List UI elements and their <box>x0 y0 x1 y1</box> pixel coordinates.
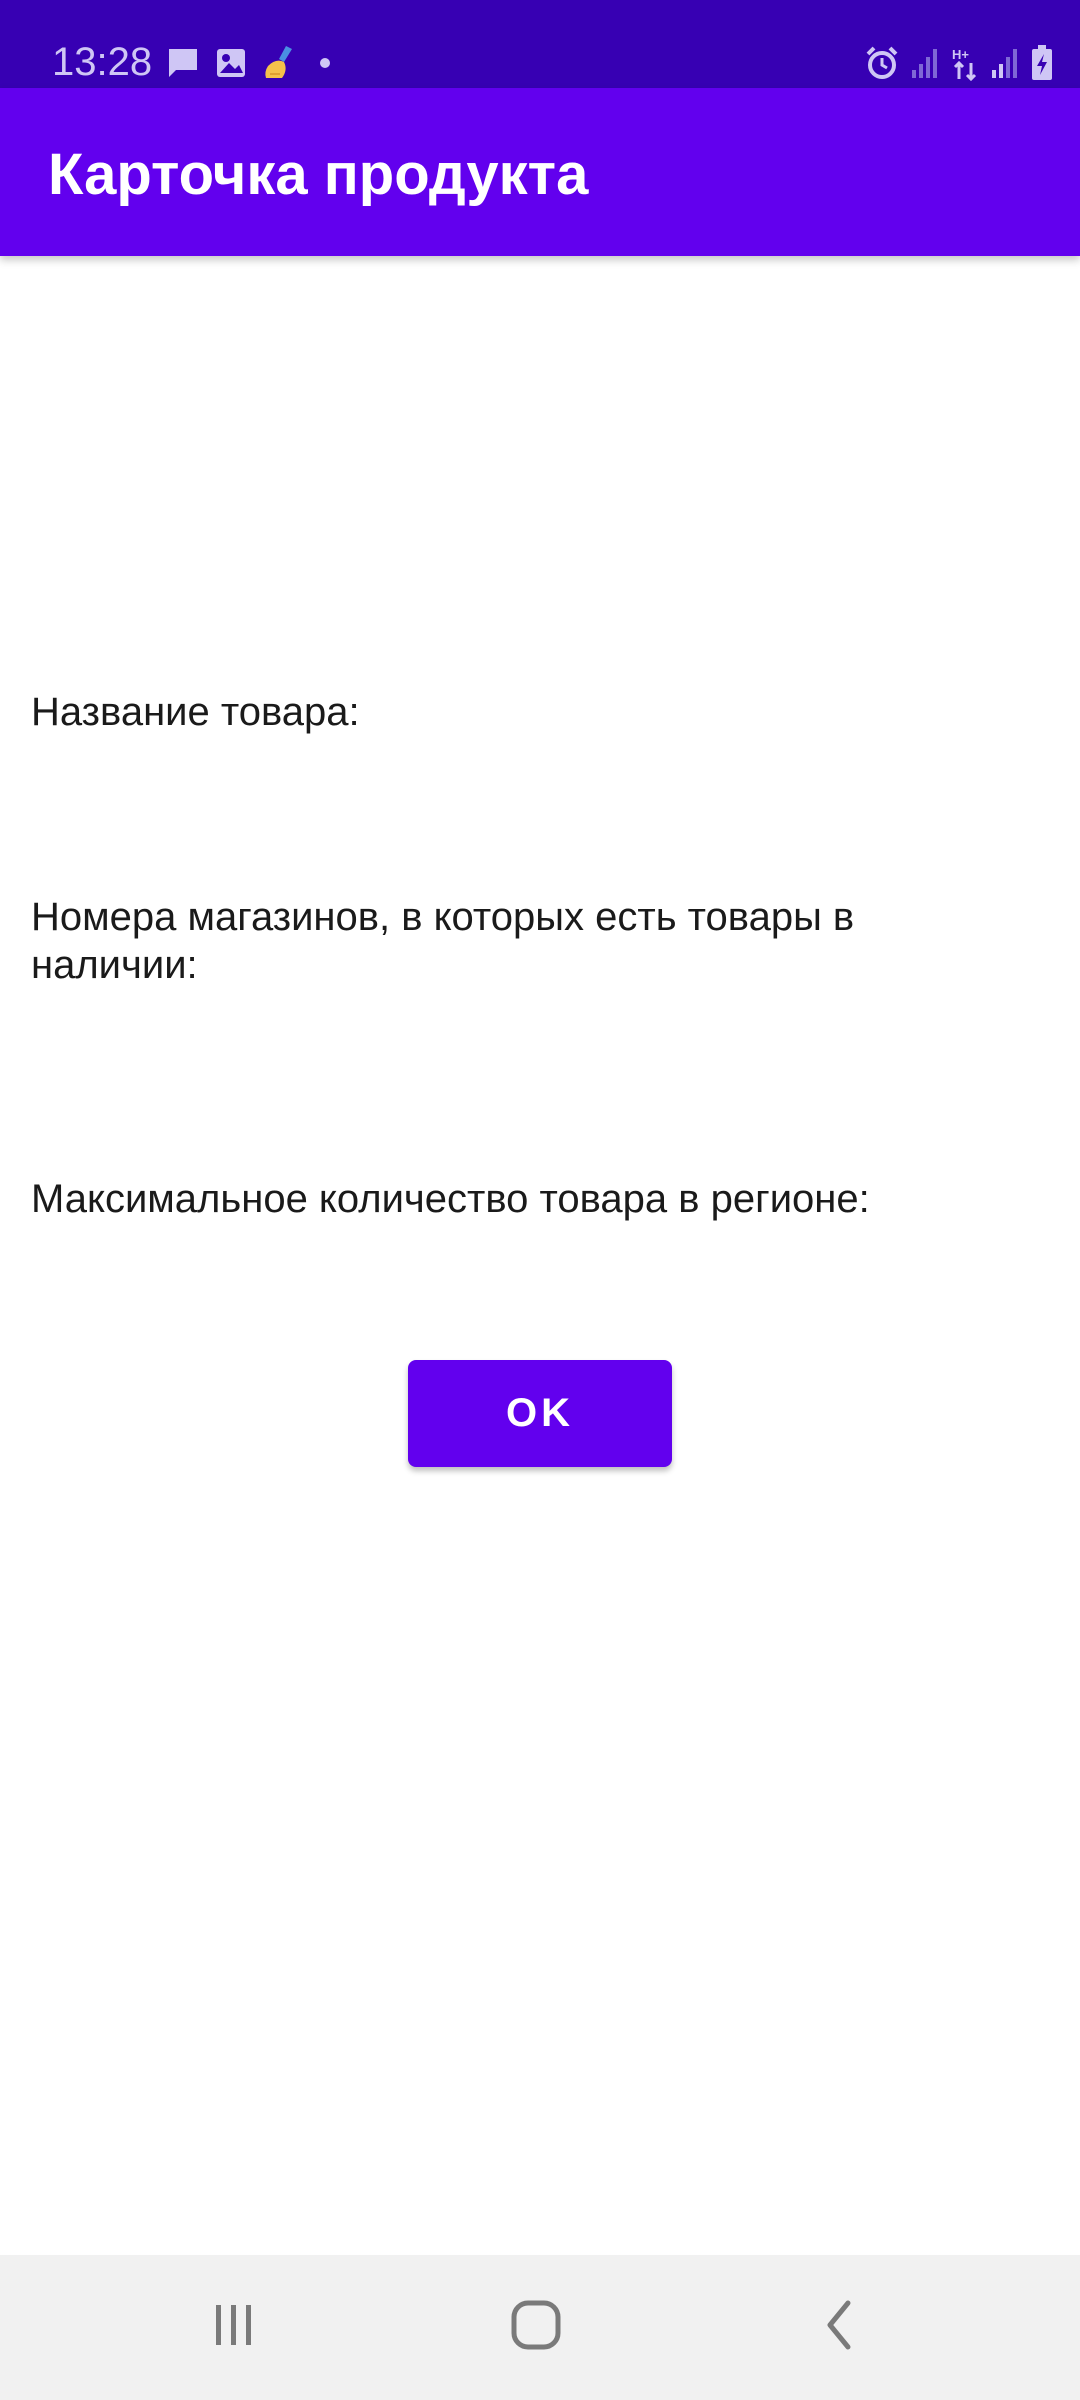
alarm-icon <box>864 45 900 81</box>
battery-charging-icon <box>1030 44 1054 82</box>
status-right-icons: H+ <box>864 44 1054 82</box>
status-left-icons <box>166 44 336 82</box>
cleaner-app-icon <box>262 44 300 82</box>
status-time: 13:28 <box>52 40 153 84</box>
app-title: Карточка продукта <box>48 142 589 207</box>
message-icon <box>166 46 200 80</box>
data-transfer-icon: H+ <box>950 45 980 81</box>
signal-icon <box>990 46 1020 80</box>
back-icon <box>810 2295 870 2360</box>
status-bar: 13:28 H+ <box>0 0 1080 88</box>
max-quantity-label: Максимальное количество товара в регионе… <box>31 1177 870 1221</box>
back-button[interactable] <box>740 2255 940 2400</box>
product-name-label: Название товара: <box>31 690 360 734</box>
recents-button[interactable] <box>134 2255 334 2400</box>
image-icon <box>214 46 248 80</box>
app-bar: Карточка продукта <box>0 88 1080 256</box>
home-icon <box>506 2295 566 2360</box>
signal-icon <box>910 46 940 80</box>
stores-label: Номера магазинов, в которых есть товары … <box>31 895 855 987</box>
home-button[interactable] <box>436 2255 636 2400</box>
nav-bar <box>0 2255 1080 2400</box>
ok-button[interactable]: OK <box>408 1360 672 1467</box>
dot-icon <box>314 46 336 80</box>
svg-text:H+: H+ <box>952 47 969 62</box>
screen: 13:28 H+ Карточка продукта Название това… <box>0 0 1080 2400</box>
recents-icon <box>204 2295 264 2360</box>
